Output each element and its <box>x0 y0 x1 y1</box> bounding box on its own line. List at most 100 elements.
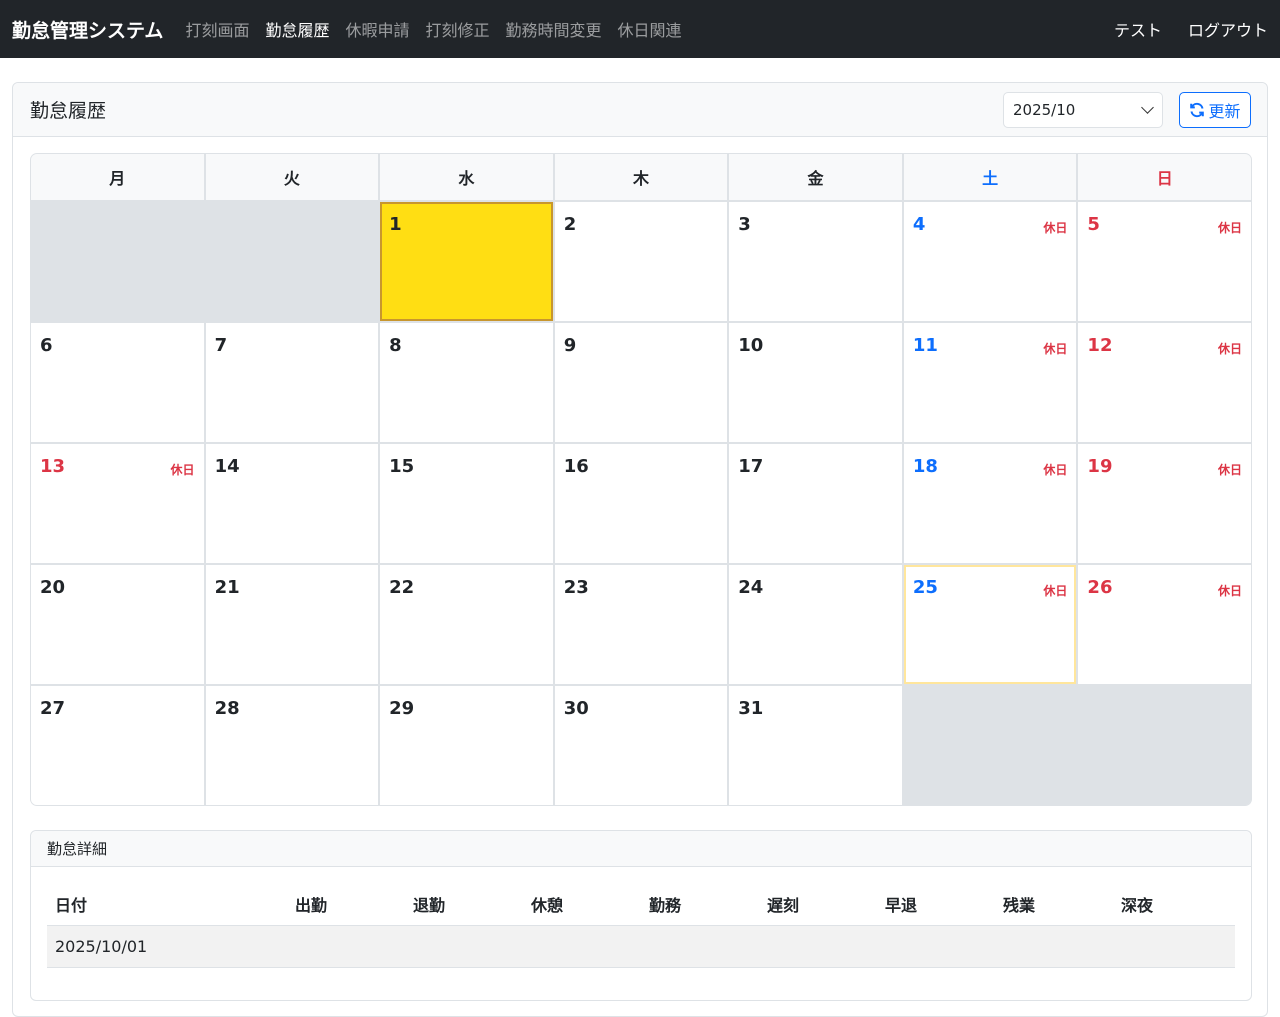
day-number: 10 <box>738 335 764 356</box>
refresh-button[interactable]: 更新 <box>1179 91 1251 128</box>
calendar-day-24[interactable]: 24 <box>729 565 902 684</box>
refresh-label: 更新 <box>1208 101 1241 121</box>
logout-link[interactable]: ログアウト <box>1188 17 1268 41</box>
detail-cell <box>287 925 405 968</box>
calendar-day-4[interactable]: 4 休日 <box>903 202 1077 321</box>
calendar-day-18[interactable]: 18 休日 <box>903 444 1077 563</box>
detail-column-header: 日付 <box>47 883 287 926</box>
month-select[interactable]: 2025/10 <box>1003 91 1163 128</box>
calendar-day-25[interactable]: 25 休日 <box>903 565 1077 684</box>
table-row[interactable]: 2025/10/01 <box>47 925 1235 968</box>
detail-cell <box>523 925 641 968</box>
calendar: 月火水木金土日 1 2 3 4 休日 5 休日 6 7 8 9 10 11 休日 12 休日 13 休日 14 15 16… <box>30 153 1252 806</box>
holiday-badge: 休日 <box>1043 584 1068 598</box>
detail-cell <box>995 925 1113 968</box>
weekday-header: 土 <box>903 154 1077 200</box>
calendar-grid: 月火水木金土日 1 2 3 4 休日 5 休日 6 7 8 9 10 11 休日 12 休日 13 休日 14 15 16… <box>31 154 1251 805</box>
detail-header-row: 日付 出勤 退勤 休憩 勤務 遅刻 早退 残業 深夜 <box>47 883 1235 926</box>
calendar-day-22[interactable]: 22 <box>380 565 553 684</box>
detail-table: 日付 出勤 退勤 休憩 勤務 遅刻 早退 残業 深夜 2025/10/01 <box>47 883 1235 968</box>
calendar-day-11[interactable]: 11 休日 <box>903 323 1077 442</box>
attendance-history-card: 勤怠履歴 2025/10 更新 月火水木金土日 1 2 3 4 休日 5 休日 6 7 8 9 10 11… <box>12 82 1268 1017</box>
day-number: 5 <box>1087 214 1100 235</box>
calendar-day-5[interactable]: 5 休日 <box>1078 202 1251 321</box>
calendar-day-14[interactable]: 14 <box>205 444 379 563</box>
month-select-value: 2025/10 <box>1013 100 1076 119</box>
nav-item-1[interactable]: 勤怠履歴 <box>265 17 329 41</box>
day-number: 22 <box>389 577 415 598</box>
nav-menu: 打刻画面 勤怠履歴 休暇申請 打刻修正 勤務時間変更 休日関連 <box>177 17 689 41</box>
calendar-empty-cell <box>31 202 204 321</box>
calendar-day-16[interactable]: 16 <box>554 444 728 563</box>
detail-column-header: 勤務 <box>641 883 759 926</box>
day-number: 24 <box>738 577 764 598</box>
calendar-day-1[interactable]: 1 <box>380 202 553 321</box>
card-header: 勤怠履歴 2025/10 更新 <box>13 83 1267 137</box>
calendar-day-21[interactable]: 21 <box>205 565 379 684</box>
app-brand[interactable]: 勤怠管理システム <box>12 16 163 43</box>
nav-item-4[interactable]: 勤務時間変更 <box>506 17 602 41</box>
calendar-day-26[interactable]: 26 休日 <box>1078 565 1251 684</box>
calendar-day-31[interactable]: 31 <box>729 686 902 805</box>
nav-item-5[interactable]: 休日関連 <box>618 17 682 41</box>
day-number: 17 <box>738 456 764 477</box>
calendar-day-9[interactable]: 9 <box>554 323 728 442</box>
user-name-link[interactable]: テスト <box>1114 17 1162 41</box>
calendar-day-29[interactable]: 29 <box>380 686 553 805</box>
calendar-empty-cell <box>1078 686 1251 805</box>
calendar-day-3[interactable]: 3 <box>729 202 902 321</box>
detail-column-header: 早退 <box>877 883 995 926</box>
detail-column-header: 遅刻 <box>759 883 877 926</box>
day-number: 3 <box>738 214 751 235</box>
day-number: 8 <box>389 335 402 356</box>
day-number: 20 <box>40 577 66 598</box>
nav-item-3[interactable]: 打刻修正 <box>425 17 489 41</box>
weekday-header: 火 <box>205 154 379 200</box>
calendar-day-12[interactable]: 12 休日 <box>1078 323 1251 442</box>
detail-column-header: 深夜 <box>1113 883 1235 926</box>
holiday-badge: 休日 <box>1043 463 1068 477</box>
calendar-day-7[interactable]: 7 <box>205 323 379 442</box>
calendar-day-6[interactable]: 6 <box>31 323 204 442</box>
calendar-day-15[interactable]: 15 <box>380 444 553 563</box>
holiday-badge: 休日 <box>1217 584 1242 598</box>
weekday-header: 水 <box>380 154 553 200</box>
calendar-day-17[interactable]: 17 <box>729 444 902 563</box>
day-number: 6 <box>40 335 53 356</box>
day-number: 7 <box>214 335 228 356</box>
calendar-day-30[interactable]: 30 <box>554 686 728 805</box>
calendar-day-19[interactable]: 19 休日 <box>1078 444 1251 563</box>
calendar-day-10[interactable]: 10 <box>729 323 902 442</box>
calendar-day-27[interactable]: 27 <box>31 686 204 805</box>
calendar-day-13[interactable]: 13 休日 <box>31 444 204 563</box>
weekday-header: 木 <box>554 154 728 200</box>
day-number: 14 <box>214 456 240 477</box>
day-number: 11 <box>912 335 938 356</box>
day-number: 26 <box>1087 577 1113 598</box>
day-number: 4 <box>912 214 926 235</box>
detail-column-header: 退勤 <box>405 883 523 926</box>
nav-item-0[interactable]: 打刻画面 <box>185 17 249 41</box>
chevron-down-icon <box>1141 100 1154 114</box>
calendar-day-20[interactable]: 20 <box>31 565 204 684</box>
day-number: 13 <box>40 456 66 477</box>
detail-cell <box>759 925 877 968</box>
top-navbar: 勤怠管理システム 打刻画面 勤怠履歴 休暇申請 打刻修正 勤務時間変更 休日関連 テスト … <box>0 0 1280 58</box>
calendar-day-2[interactable]: 2 <box>554 202 728 321</box>
detail-cell <box>877 925 995 968</box>
day-number: 19 <box>1087 456 1113 477</box>
nav-item-2[interactable]: 休暇申請 <box>345 17 409 41</box>
detail-column-header: 休憩 <box>523 883 641 926</box>
calendar-day-23[interactable]: 23 <box>554 565 728 684</box>
holiday-badge: 休日 <box>1043 221 1068 235</box>
calendar-day-28[interactable]: 28 <box>205 686 379 805</box>
day-number: 21 <box>214 577 240 598</box>
holiday-badge: 休日 <box>170 463 195 477</box>
calendar-day-8[interactable]: 8 <box>380 323 553 442</box>
detail-column-header: 残業 <box>995 883 1113 926</box>
day-number: 29 <box>389 698 415 719</box>
holiday-badge: 休日 <box>1043 342 1068 356</box>
day-number: 27 <box>40 698 66 719</box>
holiday-badge: 休日 <box>1217 221 1242 235</box>
attendance-detail-card: 勤怠詳細 日付 出勤 退勤 休憩 勤務 遅刻 早退 残業 深夜 2025/10/01 <box>30 830 1252 1001</box>
